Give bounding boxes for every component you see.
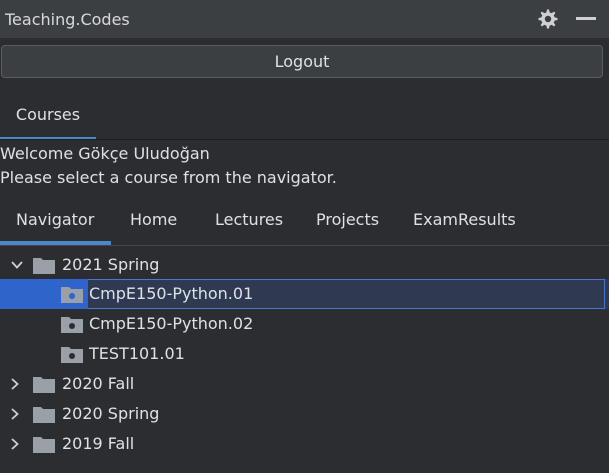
tab-home[interactable]: Home [130, 210, 177, 229]
minimize-icon[interactable] [576, 17, 596, 20]
folder-icon [33, 407, 55, 423]
tree-folder-2021-spring[interactable]: 2021 Spring [0, 250, 609, 280]
tab-courses[interactable]: Courses [0, 96, 96, 140]
tree-item-label: 2020 Fall [62, 374, 135, 393]
course-folder-icon [61, 287, 83, 303]
tree-folder-2020-fall[interactable]: 2020 Fall [0, 369, 609, 399]
folder-icon [33, 377, 55, 393]
tab-courses-label: Courses [15, 105, 81, 124]
tab-lectures[interactable]: Lectures [215, 210, 283, 229]
tab-projects[interactable]: Projects [316, 210, 379, 229]
tree-course-test101-01[interactable]: TEST101.01 [0, 339, 609, 369]
title-bar: Teaching.Codes [0, 0, 609, 38]
tab-examresults[interactable]: ExamResults [413, 210, 516, 229]
logout-bar: Logout [0, 38, 609, 86]
divider [0, 245, 609, 246]
navigator-tab-bar: Navigator Home Lectures Projects ExamRes… [0, 200, 609, 245]
tree-course-cmpe150-python-02[interactable]: CmpE150-Python.02 [0, 309, 609, 339]
welcome-text: Welcome Gökçe Uludoğan [0, 144, 210, 163]
tree-folder-2020-spring[interactable]: 2020 Spring [0, 399, 609, 429]
tab-navigator[interactable]: Navigator [16, 210, 94, 229]
logout-button[interactable]: Logout [1, 45, 603, 78]
divider [0, 139, 609, 140]
chevron-right-icon[interactable] [8, 437, 22, 451]
tree-item-label: CmpE150-Python.02 [89, 314, 254, 333]
folder-icon [33, 437, 55, 453]
courses-tab-bar: Courses [0, 96, 609, 140]
tree-folder-2019-fall[interactable]: 2019 Fall [0, 429, 609, 459]
course-folder-icon [61, 347, 83, 363]
tree-item-label: 2019 Fall [62, 434, 135, 453]
app-title: Teaching.Codes [5, 9, 130, 29]
folder-icon [33, 258, 55, 274]
tree-item-label: TEST101.01 [89, 344, 185, 363]
chevron-right-icon[interactable] [8, 377, 22, 391]
chevron-right-icon[interactable] [8, 407, 22, 421]
tree-item-label: CmpE150-Python.01 [89, 284, 254, 303]
tree-course-cmpe150-python-01[interactable]: CmpE150-Python.01 [0, 279, 609, 309]
tree-item-label: 2021 Spring [62, 255, 160, 274]
tree-item-label: 2020 Spring [62, 404, 160, 423]
course-folder-icon [61, 317, 83, 333]
instruction-text: Please select a course from the navigato… [0, 168, 337, 187]
chevron-down-icon[interactable] [10, 258, 24, 272]
gear-icon[interactable] [537, 8, 559, 30]
